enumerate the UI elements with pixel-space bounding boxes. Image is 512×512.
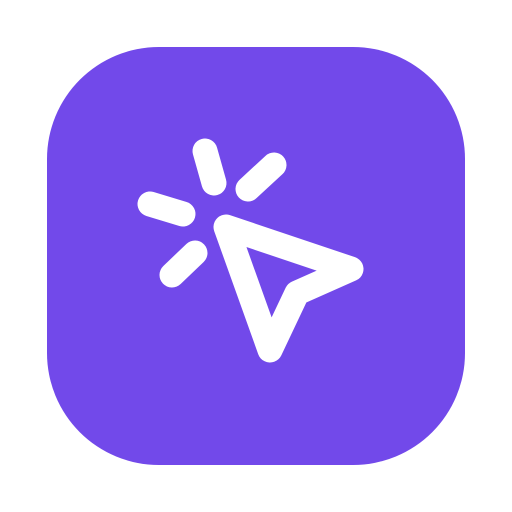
- click-ray-bottom-left-icon: [159, 240, 208, 288]
- app-icon-tile[interactable]: [47, 47, 465, 465]
- click-cursor-icon: [47, 47, 465, 465]
- icon-canvas: [0, 0, 512, 512]
- click-ray-top-right-icon: [235, 152, 287, 202]
- icon-background: [47, 47, 465, 465]
- click-ray-left-icon: [137, 191, 196, 227]
- click-ray-top-icon: [192, 138, 227, 196]
